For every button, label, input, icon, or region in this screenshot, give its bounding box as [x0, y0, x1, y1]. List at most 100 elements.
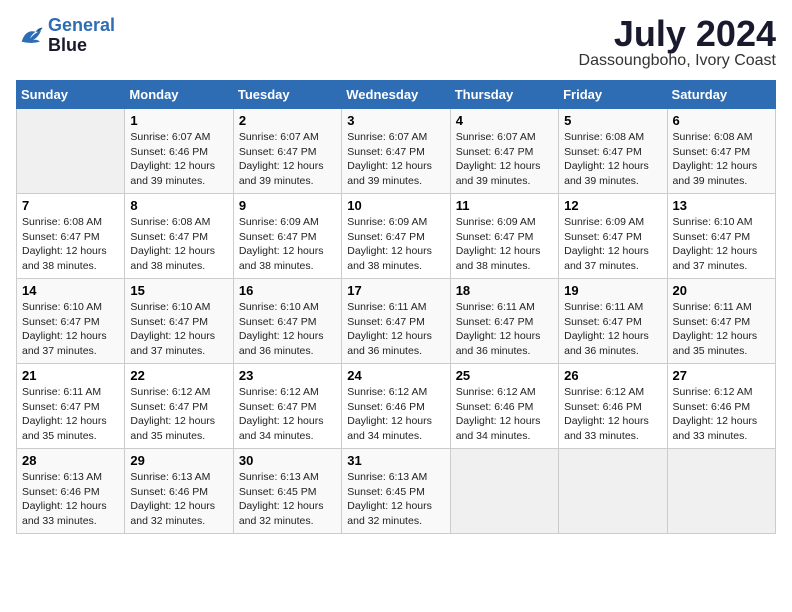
day-number: 25: [456, 368, 553, 383]
calendar-cell: 18 Sunrise: 6:11 AM Sunset: 6:47 PM Dayli…: [450, 279, 558, 364]
calendar-cell: 20 Sunrise: 6:11 AM Sunset: 6:47 PM Dayli…: [667, 279, 775, 364]
day-info: Sunrise: 6:11 AM Sunset: 6:47 PM Dayligh…: [456, 300, 553, 359]
calendar-cell: [17, 109, 125, 194]
day-info: Sunrise: 6:11 AM Sunset: 6:47 PM Dayligh…: [564, 300, 661, 359]
week-row: 28 Sunrise: 6:13 AM Sunset: 6:46 PM Dayli…: [17, 449, 776, 534]
day-number: 13: [673, 198, 770, 213]
day-number: 15: [130, 283, 227, 298]
day-info: Sunrise: 6:12 AM Sunset: 6:47 PM Dayligh…: [130, 385, 227, 444]
calendar-cell: 13 Sunrise: 6:10 AM Sunset: 6:47 PM Dayli…: [667, 194, 775, 279]
day-number: 19: [564, 283, 661, 298]
day-info: Sunrise: 6:13 AM Sunset: 6:45 PM Dayligh…: [347, 470, 444, 529]
day-info: Sunrise: 6:07 AM Sunset: 6:47 PM Dayligh…: [347, 130, 444, 189]
calendar-cell: 16 Sunrise: 6:10 AM Sunset: 6:47 PM Dayli…: [233, 279, 341, 364]
calendar-cell: 21 Sunrise: 6:11 AM Sunset: 6:47 PM Dayli…: [17, 364, 125, 449]
day-info: Sunrise: 6:08 AM Sunset: 6:47 PM Dayligh…: [130, 215, 227, 274]
day-of-week-header: Wednesday: [342, 81, 450, 109]
calendar-cell: 12 Sunrise: 6:09 AM Sunset: 6:47 PM Dayli…: [559, 194, 667, 279]
day-info: Sunrise: 6:12 AM Sunset: 6:46 PM Dayligh…: [673, 385, 770, 444]
day-info: Sunrise: 6:07 AM Sunset: 6:47 PM Dayligh…: [239, 130, 336, 189]
calendar-cell: [559, 449, 667, 534]
day-info: Sunrise: 6:10 AM Sunset: 6:47 PM Dayligh…: [673, 215, 770, 274]
calendar-cell: 25 Sunrise: 6:12 AM Sunset: 6:46 PM Dayli…: [450, 364, 558, 449]
day-number: 4: [456, 113, 553, 128]
day-number: 5: [564, 113, 661, 128]
logo-text: GeneralBlue: [48, 16, 115, 56]
day-number: 30: [239, 453, 336, 468]
days-header-row: SundayMondayTuesdayWednesdayThursdayFrid…: [17, 81, 776, 109]
day-info: Sunrise: 6:13 AM Sunset: 6:46 PM Dayligh…: [130, 470, 227, 529]
day-number: 27: [673, 368, 770, 383]
day-number: 3: [347, 113, 444, 128]
day-info: Sunrise: 6:11 AM Sunset: 6:47 PM Dayligh…: [22, 385, 119, 444]
calendar-cell: 15Sunrise: 6:10 AM Sunset: 6:47 PM Dayli…: [125, 279, 233, 364]
day-number: 10: [347, 198, 444, 213]
day-number: 9: [239, 198, 336, 213]
day-info: Sunrise: 6:13 AM Sunset: 6:45 PM Dayligh…: [239, 470, 336, 529]
logo-icon: [16, 22, 44, 50]
day-of-week-header: Tuesday: [233, 81, 341, 109]
calendar-cell: 26Sunrise: 6:12 AM Sunset: 6:46 PM Dayli…: [559, 364, 667, 449]
subtitle: Dassoungboho, Ivory Coast: [579, 52, 776, 70]
day-number: 11: [456, 198, 553, 213]
calendar-cell: 5Sunrise: 6:08 AM Sunset: 6:47 PM Daylig…: [559, 109, 667, 194]
day-number: 12: [564, 198, 661, 213]
calendar-cell: 10Sunrise: 6:09 AM Sunset: 6:47 PM Dayli…: [342, 194, 450, 279]
day-info: Sunrise: 6:07 AM Sunset: 6:46 PM Dayligh…: [130, 130, 227, 189]
day-number: 24: [347, 368, 444, 383]
day-number: 1: [130, 113, 227, 128]
calendar-cell: 8Sunrise: 6:08 AM Sunset: 6:47 PM Daylig…: [125, 194, 233, 279]
page-header: GeneralBlue July 2024 Dassoungboho, Ivor…: [16, 16, 776, 70]
day-of-week-header: Monday: [125, 81, 233, 109]
day-number: 14: [22, 283, 119, 298]
calendar-cell: 3 Sunrise: 6:07 AM Sunset: 6:47 PM Daylig…: [342, 109, 450, 194]
day-number: 26: [564, 368, 661, 383]
calendar-cell: 22 Sunrise: 6:12 AM Sunset: 6:47 PM Dayli…: [125, 364, 233, 449]
calendar-cell: 11 Sunrise: 6:09 AM Sunset: 6:47 PM Dayli…: [450, 194, 558, 279]
week-row: 14 Sunrise: 6:10 AM Sunset: 6:47 PM Dayli…: [17, 279, 776, 364]
day-info: Sunrise: 6:11 AM Sunset: 6:47 PM Dayligh…: [673, 300, 770, 359]
day-number: 16: [239, 283, 336, 298]
day-info: Sunrise: 6:12 AM Sunset: 6:47 PM Dayligh…: [239, 385, 336, 444]
calendar-cell: 31 Sunrise: 6:13 AM Sunset: 6:45 PM Dayli…: [342, 449, 450, 534]
day-info: Sunrise: 6:08 AM Sunset: 6:47 PM Dayligh…: [22, 215, 119, 274]
calendar-cell: 28 Sunrise: 6:13 AM Sunset: 6:46 PM Dayli…: [17, 449, 125, 534]
day-info: Sunrise: 6:09 AM Sunset: 6:47 PM Dayligh…: [564, 215, 661, 274]
title-block: July 2024 Dassoungboho, Ivory Coast: [579, 16, 776, 70]
calendar-cell: 29 Sunrise: 6:13 AM Sunset: 6:46 PM Dayli…: [125, 449, 233, 534]
day-number: 29: [130, 453, 227, 468]
day-info: Sunrise: 6:12 AM Sunset: 6:46 PM Dayligh…: [456, 385, 553, 444]
calendar-cell: 23Sunrise: 6:12 AM Sunset: 6:47 PM Dayli…: [233, 364, 341, 449]
day-info: Sunrise: 6:10 AM Sunset: 6:47 PM Dayligh…: [239, 300, 336, 359]
calendar-cell: 2Sunrise: 6:07 AM Sunset: 6:47 PM Daylig…: [233, 109, 341, 194]
week-row: 1 Sunrise: 6:07 AM Sunset: 6:46 PM Daylig…: [17, 109, 776, 194]
day-number: 22: [130, 368, 227, 383]
day-number: 28: [22, 453, 119, 468]
day-info: Sunrise: 6:08 AM Sunset: 6:47 PM Dayligh…: [673, 130, 770, 189]
day-info: Sunrise: 6:10 AM Sunset: 6:47 PM Dayligh…: [22, 300, 119, 359]
day-number: 31: [347, 453, 444, 468]
calendar-cell: 24Sunrise: 6:12 AM Sunset: 6:46 PM Dayli…: [342, 364, 450, 449]
day-info: Sunrise: 6:13 AM Sunset: 6:46 PM Dayligh…: [22, 470, 119, 529]
day-number: 6: [673, 113, 770, 128]
day-of-week-header: Thursday: [450, 81, 558, 109]
calendar-cell: 14 Sunrise: 6:10 AM Sunset: 6:47 PM Dayli…: [17, 279, 125, 364]
day-info: Sunrise: 6:09 AM Sunset: 6:47 PM Dayligh…: [456, 215, 553, 274]
calendar-cell: [667, 449, 775, 534]
main-title: July 2024: [579, 16, 776, 52]
day-number: 7: [22, 198, 119, 213]
week-row: 21 Sunrise: 6:11 AM Sunset: 6:47 PM Dayli…: [17, 364, 776, 449]
calendar-cell: 4 Sunrise: 6:07 AM Sunset: 6:47 PM Daylig…: [450, 109, 558, 194]
day-of-week-header: Saturday: [667, 81, 775, 109]
day-number: 20: [673, 283, 770, 298]
week-row: 7 Sunrise: 6:08 AM Sunset: 6:47 PM Daylig…: [17, 194, 776, 279]
day-number: 18: [456, 283, 553, 298]
day-number: 21: [22, 368, 119, 383]
day-info: Sunrise: 6:07 AM Sunset: 6:47 PM Dayligh…: [456, 130, 553, 189]
calendar-cell: 1 Sunrise: 6:07 AM Sunset: 6:46 PM Daylig…: [125, 109, 233, 194]
calendar-cell: 9Sunrise: 6:09 AM Sunset: 6:47 PM Daylig…: [233, 194, 341, 279]
day-of-week-header: Sunday: [17, 81, 125, 109]
calendar-cell: [450, 449, 558, 534]
calendar-cell: 17Sunrise: 6:11 AM Sunset: 6:47 PM Dayli…: [342, 279, 450, 364]
calendar-cell: 6 Sunrise: 6:08 AM Sunset: 6:47 PM Daylig…: [667, 109, 775, 194]
